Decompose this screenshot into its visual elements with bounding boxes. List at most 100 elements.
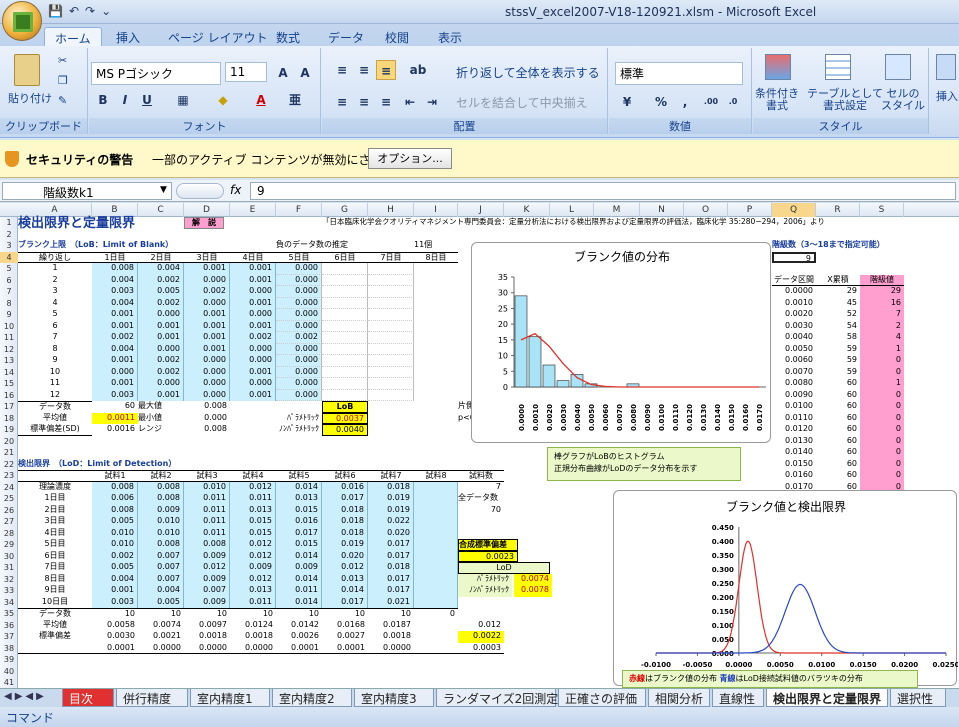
bin-cell[interactable]: 60 bbox=[816, 459, 860, 471]
lod-value[interactable]: 0.020 bbox=[368, 527, 414, 539]
lod-value[interactable]: 0.004 bbox=[92, 573, 138, 585]
blank-value[interactable]: 0.000 bbox=[184, 274, 230, 286]
bin-cell[interactable]: 60 bbox=[816, 447, 860, 459]
sheet-tab[interactable]: 相関分析 bbox=[648, 689, 710, 707]
lod-value[interactable]: 0.017 bbox=[368, 585, 414, 597]
bin-cell[interactable]: 29 bbox=[860, 286, 904, 298]
wrap-text-button[interactable]: 折り返して全体を表示する bbox=[456, 64, 600, 81]
bins-header[interactable]: 階級値 bbox=[860, 274, 904, 286]
lod-param-label[interactable]: ﾊﾟﾗﾒﾄﾘｯｸ bbox=[458, 573, 512, 585]
lod-mean-cell[interactable]: 0.0187 bbox=[368, 620, 414, 632]
lod-value[interactable]: 0.018 bbox=[322, 516, 368, 528]
tab-view[interactable]: 表示 bbox=[428, 27, 472, 46]
blank-value[interactable]: 0.003 bbox=[92, 286, 138, 298]
bins-title[interactable]: 階級数（3〜18まで指定可能） bbox=[772, 240, 912, 252]
lod-value[interactable]: 0.017 bbox=[276, 527, 322, 539]
lod-n-cell[interactable]: 10 bbox=[322, 608, 368, 620]
day-label[interactable]: 1日目 bbox=[18, 493, 92, 505]
day-label[interactable]: 8日目 bbox=[18, 574, 92, 586]
empty-cell[interactable] bbox=[368, 332, 414, 344]
bin-cell[interactable]: 54 bbox=[816, 321, 860, 333]
blank-value[interactable]: 0.000 bbox=[184, 378, 230, 390]
sd-label[interactable]: 標準偏差(SD) bbox=[18, 424, 92, 436]
blank-value[interactable]: 0.001 bbox=[230, 320, 276, 332]
lod-value[interactable]: 0.010 bbox=[138, 516, 184, 528]
mean-label[interactable]: 平均値 bbox=[18, 413, 92, 425]
blank-value[interactable]: 0.000 bbox=[184, 297, 230, 309]
bin-cell[interactable]: 0.0130 bbox=[772, 436, 816, 448]
lod-sd-cell[interactable]: 0.0018 bbox=[184, 631, 230, 643]
n-value[interactable]: 60 bbox=[92, 401, 138, 413]
lod-mean-cell[interactable]: 平均値 bbox=[18, 620, 92, 632]
bin-cell[interactable]: 45 bbox=[816, 298, 860, 310]
bin-cell[interactable]: 0 bbox=[860, 355, 904, 367]
align-right-icon[interactable]: ≡ bbox=[376, 92, 396, 112]
day-label[interactable]: 7日目 bbox=[18, 562, 92, 574]
bin-cell[interactable]: 0.0120 bbox=[772, 424, 816, 436]
empty-cell[interactable] bbox=[322, 355, 368, 367]
lod-mean-cell[interactable]: 0.0168 bbox=[322, 620, 368, 632]
bin-cell[interactable]: 0 bbox=[860, 470, 904, 482]
empty-cell[interactable] bbox=[322, 309, 368, 321]
max-value[interactable]: 0.008 bbox=[184, 401, 230, 413]
lod-var-cell[interactable]: 0.0001 bbox=[92, 643, 138, 654]
blank-value[interactable]: 0.001 bbox=[230, 274, 276, 286]
blank-header[interactable]: 1日目 bbox=[92, 251, 138, 263]
blank-value[interactable]: 0.000 bbox=[230, 343, 276, 355]
bin-cell[interactable]: 60 bbox=[816, 378, 860, 390]
lod-mean-cell[interactable]: 0.0058 bbox=[92, 620, 138, 632]
empty-cell[interactable] bbox=[276, 378, 322, 390]
lod-header[interactable]: 試料3 bbox=[184, 470, 230, 482]
lod-header[interactable]: 試料8 bbox=[414, 470, 458, 482]
lod-sd-cell[interactable] bbox=[414, 631, 458, 643]
sheet-tab[interactable]: 選択性 bbox=[890, 689, 946, 707]
lod-value[interactable]: 7 bbox=[458, 482, 504, 494]
lod-value[interactable]: 0.017 bbox=[368, 550, 414, 562]
bin-cell[interactable]: 60 bbox=[816, 390, 860, 402]
cut-icon[interactable]: ✂ bbox=[58, 54, 67, 67]
bin-cell[interactable]: 60 bbox=[816, 436, 860, 448]
lod-value[interactable]: 0.011 bbox=[184, 516, 230, 528]
lod-mean-cell[interactable]: 0.0074 bbox=[138, 620, 184, 632]
day-label[interactable]: 理論濃度 bbox=[18, 482, 92, 494]
table-format-icon[interactable] bbox=[825, 54, 851, 80]
options-button[interactable]: オプション... bbox=[368, 148, 452, 169]
lod-value[interactable]: 0.009 bbox=[184, 596, 230, 608]
borders-icon[interactable]: ▦ bbox=[173, 90, 193, 110]
tab-formulas[interactable]: 数式 bbox=[266, 27, 310, 46]
blank-value[interactable]: 0.001 bbox=[184, 309, 230, 321]
repeat-number[interactable]: 11 bbox=[18, 378, 92, 390]
blank-value[interactable]: 0.002 bbox=[138, 366, 184, 378]
bin-cell[interactable]: 0.0060 bbox=[772, 355, 816, 367]
empty-cell[interactable] bbox=[322, 332, 368, 344]
lod-value[interactable]: 0.013 bbox=[276, 493, 322, 505]
blank-value[interactable]: 0.004 bbox=[92, 343, 138, 355]
bin-cell[interactable]: 60 bbox=[816, 401, 860, 413]
lod-value[interactable]: 0.022 bbox=[368, 516, 414, 528]
repeat-number[interactable]: 5 bbox=[18, 309, 92, 321]
blank-value[interactable]: 0.001 bbox=[138, 389, 184, 401]
lod-nonparam-value[interactable]: 0.0078 bbox=[514, 585, 552, 597]
lod-n-cell[interactable]: データ数 bbox=[18, 608, 92, 620]
day-label[interactable]: 3日目 bbox=[18, 516, 92, 528]
insert-button[interactable]: 挿入 bbox=[936, 88, 958, 104]
empty-cell[interactable] bbox=[276, 332, 322, 344]
bin-cell[interactable]: 0.0010 bbox=[772, 298, 816, 310]
fill-color-icon[interactable]: ◆ bbox=[213, 90, 233, 110]
italic-icon[interactable]: I bbox=[115, 90, 135, 110]
bins-input[interactable]: 9 bbox=[772, 251, 816, 263]
bin-cell[interactable]: 60 bbox=[816, 424, 860, 436]
lod-value[interactable]: 0.018 bbox=[368, 562, 414, 574]
lod-value[interactable] bbox=[414, 504, 458, 516]
blank-header[interactable]: 8日目 bbox=[414, 251, 458, 263]
blank-value[interactable]: 0.000 bbox=[184, 355, 230, 367]
blank-value[interactable]: 0.001 bbox=[230, 263, 276, 275]
empty-cell[interactable] bbox=[368, 309, 414, 321]
bin-cell[interactable]: 0.0100 bbox=[772, 401, 816, 413]
reference-text[interactable]: 「日本臨床化学会クオリティマネジメント専門委員会：定量分析法における検出限界およ… bbox=[322, 217, 842, 229]
sheet-tab[interactable]: 室内精度2 bbox=[272, 689, 352, 707]
empty-cell[interactable] bbox=[322, 286, 368, 298]
bin-cell[interactable]: 58 bbox=[816, 332, 860, 344]
lod-value[interactable]: 0.007 bbox=[184, 585, 230, 597]
bin-cell[interactable]: 0.0150 bbox=[772, 459, 816, 471]
